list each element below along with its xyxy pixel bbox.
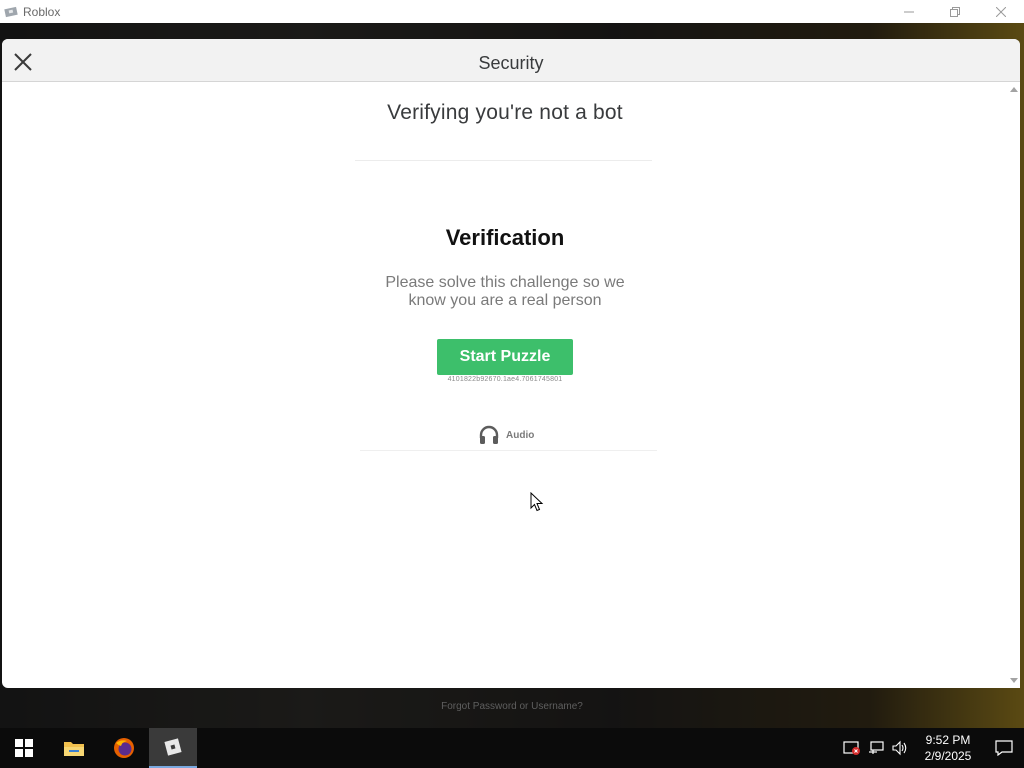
minimize-button[interactable]: [886, 0, 932, 23]
scroll-up-arrow-icon[interactable]: [1010, 87, 1018, 92]
start-puzzle-button[interactable]: Start Puzzle: [437, 339, 573, 375]
folder-icon: [64, 742, 84, 756]
volume-button[interactable]: [888, 728, 912, 768]
windows-icon: [15, 739, 33, 757]
roblox-icon: [164, 738, 182, 756]
roblox-app-icon: [4, 6, 18, 17]
challenge-description: Please solve this challenge so we know y…: [2, 274, 1008, 310]
audio-label: Audio: [506, 429, 535, 441]
window-controls: [886, 0, 1024, 23]
modal-header: Security: [2, 39, 1020, 82]
firefox-icon: [114, 738, 134, 758]
file-explorer-button[interactable]: [50, 728, 98, 768]
verify-heading: Verifying you're not a bot: [387, 101, 623, 124]
modal-body: Verifying you're not a bot Verification …: [2, 83, 1020, 688]
headphones-icon: [479, 425, 499, 444]
notification-icon: [995, 740, 1013, 756]
challenge-title: Verification: [445, 225, 565, 250]
window-title: Roblox: [23, 4, 61, 19]
challenge-description-line-1: Please solve this challenge so we: [385, 274, 625, 291]
modal-title: Security: [478, 53, 544, 73]
system-tray: 9:52 PM 2/9/2025: [840, 728, 1024, 768]
modal-scrollbar[interactable]: [1008, 83, 1020, 688]
security-alert-button[interactable]: [840, 728, 864, 768]
divider: [360, 450, 657, 451]
session-id: 4101822b92670.1ae4.7061745801: [447, 376, 563, 383]
clock-time: 9:52 PM: [925, 733, 971, 747]
roblox-button[interactable]: [149, 728, 197, 768]
restore-button[interactable]: [932, 0, 978, 23]
window-close-button[interactable]: [978, 0, 1024, 23]
network-icon: [869, 741, 884, 754]
security-alert-icon: [843, 741, 860, 755]
clock-date: 2/9/2025: [924, 749, 972, 763]
network-button[interactable]: [864, 728, 888, 768]
taskbar-clock[interactable]: 9:52 PM 2/9/2025: [916, 732, 980, 764]
firefox-button[interactable]: [100, 728, 148, 768]
security-modal: Security Verifying you're not a bot Veri…: [2, 39, 1020, 688]
start-button[interactable]: [0, 728, 48, 768]
close-icon: [996, 6, 1006, 17]
restore-icon: [950, 6, 960, 17]
window-titlebar: Roblox: [0, 0, 1024, 23]
action-center-button[interactable]: [984, 728, 1024, 768]
scroll-down-arrow-icon[interactable]: [1010, 678, 1018, 683]
divider: [355, 160, 652, 161]
audio-challenge-button[interactable]: Audio: [478, 425, 534, 445]
forgot-password-link[interactable]: Forgot Password or Username?: [0, 701, 1024, 712]
challenge-description-line-2: know you are a real person: [408, 292, 602, 309]
taskbar: 9:52 PM 2/9/2025: [0, 728, 1024, 768]
minimize-icon: [904, 11, 914, 12]
volume-icon: [892, 740, 907, 756]
